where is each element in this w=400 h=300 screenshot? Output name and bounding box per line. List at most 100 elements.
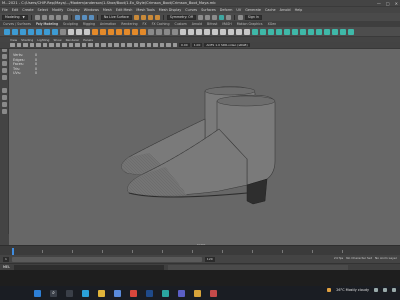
sculpt-relax-icon[interactable]: [268, 28, 274, 35]
shelf-tab-xgen[interactable]: XGen: [268, 22, 277, 26]
menu-windows[interactable]: Windows: [84, 8, 99, 12]
sculpt-foamy-icon[interactable]: [292, 28, 298, 35]
snap-curve-icon[interactable]: [140, 14, 146, 20]
boot-mesh[interactable]: [9, 49, 400, 245]
use-all-lights-icon[interactable]: [120, 42, 125, 48]
script-language-toggle[interactable]: MEL: [3, 265, 10, 269]
sew-uv-icon[interactable]: [236, 28, 242, 35]
explorer-icon[interactable]: [98, 289, 105, 297]
select-by-hierarchy-icon[interactable]: [74, 14, 80, 20]
poly-cube-icon[interactable]: [12, 28, 18, 35]
ambient-occlusion-icon[interactable]: [133, 42, 138, 48]
time-slider-track[interactable]: [12, 250, 370, 254]
shelf-tab-rendering[interactable]: Rendering: [121, 22, 137, 26]
store-icon[interactable]: [114, 289, 121, 297]
paint-select-tool-icon[interactable]: [1, 54, 7, 59]
shelf-tab-custom[interactable]: Custom: [174, 22, 186, 26]
xray-icon[interactable]: [159, 42, 164, 48]
grid-icon[interactable]: [49, 42, 54, 48]
fill-hole-icon[interactable]: [132, 28, 138, 35]
panel-menu-shading[interactable]: Shading: [21, 38, 33, 42]
cut-uv-icon[interactable]: [228, 28, 234, 35]
panel-menu-view[interactable]: View: [10, 38, 17, 42]
sculpt-wax-icon[interactable]: [324, 28, 330, 35]
menu-generate[interactable]: Generate: [245, 8, 261, 12]
panel-menu-show[interactable]: Show: [53, 38, 61, 42]
wireframe-icon[interactable]: [94, 42, 99, 48]
four-view-layout-icon[interactable]: [1, 95, 7, 100]
sculpt-grab-icon[interactable]: [252, 28, 258, 35]
select-by-component-icon[interactable]: [88, 14, 94, 20]
open-scene-icon[interactable]: [41, 14, 47, 20]
image-plane-icon[interactable]: [29, 42, 34, 48]
mode-select[interactable]: Modeling ▼: [2, 14, 28, 20]
range-slider-bar[interactable]: [11, 256, 202, 262]
camera-attributes-icon[interactable]: [16, 42, 21, 48]
sculpt-repeat-icon[interactable]: [308, 28, 314, 35]
anim-layer-select[interactable]: No Anim Layer: [375, 256, 397, 260]
tray-arrow-icon[interactable]: [374, 288, 378, 292]
chrome-icon[interactable]: [130, 289, 137, 297]
minimize-button[interactable]: —: [377, 1, 381, 6]
sculpt-pinch-icon[interactable]: [276, 28, 282, 35]
maya-icon[interactable]: [162, 289, 169, 297]
poly-cone-icon[interactable]: [28, 28, 34, 35]
panel-menu-renderer[interactable]: Renderer: [66, 38, 80, 42]
shelf-tab-fx[interactable]: FX: [143, 22, 147, 26]
two-d-pan-zoom-icon[interactable]: [36, 42, 41, 48]
menu-display[interactable]: Display: [67, 8, 80, 12]
maximize-button[interactable]: □: [386, 1, 390, 6]
sign-in-button[interactable]: Sign In: [244, 14, 262, 20]
menu-edit-mesh[interactable]: Edit Mesh: [116, 8, 133, 12]
redo-icon[interactable]: [62, 14, 68, 20]
shelf-tab-arnold[interactable]: Arnold: [192, 22, 202, 26]
shelf-tab-rigging[interactable]: Rigging: [83, 22, 95, 26]
edge-icon[interactable]: [82, 289, 89, 297]
new-scene-icon[interactable]: [34, 14, 40, 20]
color-space-select[interactable]: ACES 1.0 SDR-video (sRGB): [204, 42, 250, 48]
shelf-tab-curves[interactable]: Curves / Surfaces: [3, 22, 31, 26]
panel-menu-panels[interactable]: Panels: [83, 38, 93, 42]
select-by-object-icon[interactable]: [81, 14, 87, 20]
boolean-icon[interactable]: [92, 28, 98, 35]
menu-mesh[interactable]: Mesh: [103, 8, 112, 12]
search-icon[interactable]: ⌕: [50, 289, 57, 297]
shelf-tab-fx-caching[interactable]: FX Caching: [152, 22, 170, 26]
menu-edit[interactable]: Edit: [12, 8, 19, 12]
separate-icon[interactable]: [76, 28, 82, 35]
folder-icon[interactable]: [194, 289, 201, 297]
sculpt-imprint-icon[interactable]: [316, 28, 322, 35]
xray-joints-icon[interactable]: [166, 42, 171, 48]
shelf-tab-mash[interactable]: MASH: [222, 22, 231, 26]
menu-cache[interactable]: Cache: [265, 8, 276, 12]
fps-select[interactable]: 24 fps: [334, 256, 343, 260]
menu-curves[interactable]: Curves: [185, 8, 197, 12]
field-chart-icon[interactable]: [75, 42, 80, 48]
exposure-field[interactable]: 0.00: [179, 42, 190, 48]
gamma-field[interactable]: 1.00: [191, 42, 203, 48]
poly-disc-icon[interactable]: [52, 28, 58, 35]
isolate-select-icon[interactable]: [153, 42, 158, 48]
sculpt-smooth-icon[interactable]: [260, 28, 266, 35]
uv-editor-icon[interactable]: [204, 28, 210, 35]
poly-plane-icon[interactable]: [44, 28, 50, 35]
smooth-shade-icon[interactable]: [101, 42, 106, 48]
delete-history-icon[interactable]: [196, 28, 202, 35]
snap-grid-icon[interactable]: [133, 14, 139, 20]
menu-select[interactable]: Select: [38, 8, 48, 12]
move-tool-icon[interactable]: [1, 61, 7, 66]
current-frame-marker[interactable]: [12, 248, 14, 255]
character-set-select[interactable]: No Character Set: [346, 256, 372, 260]
save-scene-icon[interactable]: [48, 14, 54, 20]
snap-view-icon[interactable]: [154, 14, 160, 20]
bridge-icon[interactable]: [116, 28, 122, 35]
wireframe-on-shaded-icon[interactable]: [107, 42, 112, 48]
command-input[interactable]: [13, 264, 164, 270]
super-shape-icon[interactable]: [60, 28, 66, 35]
close-button[interactable]: ✕: [395, 1, 398, 6]
outliner-layout-icon[interactable]: [1, 109, 7, 114]
combine-icon[interactable]: [68, 28, 74, 35]
single-view-layout-icon[interactable]: [1, 88, 7, 93]
task-view-icon[interactable]: [66, 289, 73, 297]
mirror-icon[interactable]: [100, 28, 106, 35]
